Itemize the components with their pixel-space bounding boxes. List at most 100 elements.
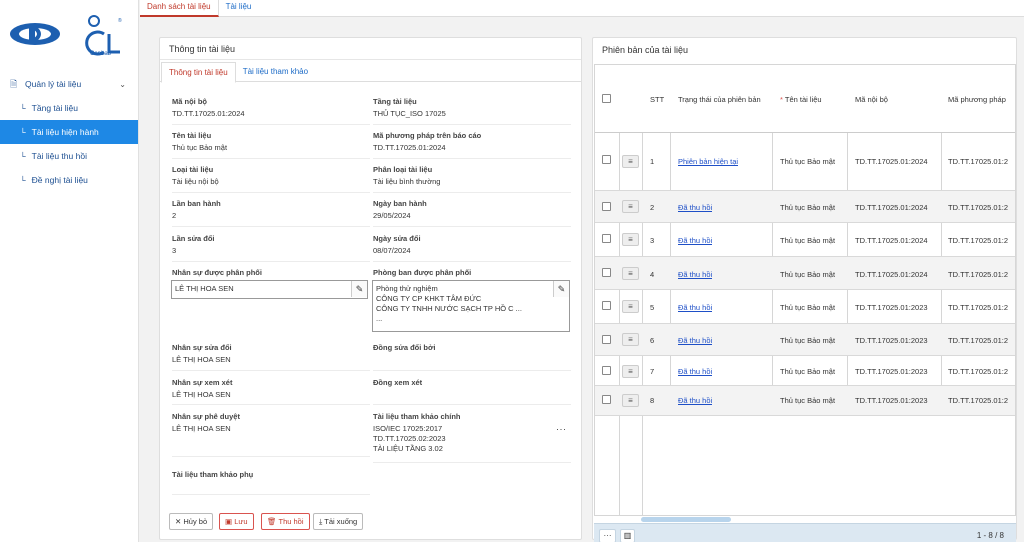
table-row[interactable]: ≡ 5 Đã thu hồi Thủ tục Bảo mật TD.TT.170… <box>595 290 1015 324</box>
table-row[interactable]: ≡ 2 Đã thu hồi Thủ tục Bảo mật TD.TT.170… <box>595 191 1015 223</box>
select-all-checkbox[interactable] <box>602 94 611 103</box>
row-menu-icon[interactable]: ≡ <box>622 394 639 407</box>
tab-references[interactable]: Tài liệu tham khảo <box>236 62 315 81</box>
sidebar-item-revoked-documents[interactable]: └ Tài liệu thu hồi <box>0 144 138 168</box>
row-checkbox[interactable] <box>602 301 611 310</box>
table-row[interactable]: ≡ 8 Đã thu hồi Thủ tục Bảo mật TD.TT.170… <box>595 386 1015 416</box>
field-label: Phòng ban được phân phối <box>373 268 472 277</box>
more-actions-button[interactable]: ··· <box>599 529 616 542</box>
field-value: LÊ THỊ HOA SEN <box>172 390 231 399</box>
field-value: 29/05/2024 <box>373 211 411 220</box>
row-menu-icon[interactable]: ≡ <box>622 200 639 213</box>
field-label: Nhân sự được phân phối <box>172 268 262 277</box>
field-label: Tên tài liệu <box>172 131 212 140</box>
edit-pencil-icon[interactable]: ✎ <box>351 281 367 297</box>
cell-method: TD.TT.17025.01:2 <box>948 367 1009 376</box>
cancel-button[interactable]: ✕ Hủy bỏ <box>169 513 214 530</box>
save-icon: ▣ <box>225 517 233 526</box>
table-row[interactable]: ≡ 4 Đã thu hồi Thủ tục Bảo mật TD.TT.170… <box>595 257 1015 290</box>
more-options-icon[interactable]: ··· <box>556 424 567 434</box>
cell-code: TD.TT.17025.01:2023 <box>855 303 928 312</box>
sidebar-item-current-documents[interactable]: └ Tài liệu hiện hành <box>0 120 138 144</box>
row-checkbox[interactable] <box>602 335 611 344</box>
divider <box>172 192 370 193</box>
field-distributed-departments: Phòng ban được phân phối <box>373 268 471 277</box>
svg-text:®: ® <box>118 17 122 24</box>
field-secondary-reference: Tài liệu tham khảo phụ <box>172 470 253 479</box>
row-checkbox[interactable] <box>602 395 611 404</box>
row-checkbox[interactable] <box>602 155 611 164</box>
column-header-stt[interactable]: STT <box>650 95 664 104</box>
row-menu-icon[interactable]: ≡ <box>622 155 639 168</box>
divider <box>172 370 370 371</box>
sidebar-item-document-requests[interactable]: └ Đề nghị tài liệu <box>0 168 138 192</box>
cell-status-link[interactable]: Đã thu hồi <box>678 396 712 405</box>
cell-status-link[interactable]: Đã thu hồi <box>678 367 712 376</box>
cell-status-link[interactable]: Đã thu hồi <box>678 236 712 245</box>
cell-status-link[interactable]: Đã thu hồi <box>678 203 712 212</box>
distributed-personnel-box[interactable]: LÊ THỊ HOA SEN <box>171 280 368 299</box>
row-checkbox[interactable] <box>602 268 611 277</box>
cell-name: Thủ tục Bảo mật <box>780 236 836 245</box>
versions-grid: STT Trạng thái của phiên bản * Tên tài l… <box>594 64 1016 516</box>
divider <box>373 226 571 227</box>
distributed-departments-box[interactable]: Phòng thử nghiệm CÔNG TY CP KHKT TÂM ĐỨC… <box>372 280 570 332</box>
field-value: LÊ THỊ HOA SEN <box>175 284 234 293</box>
cell-name: Thủ tục Bảo mật <box>780 157 836 166</box>
download-button[interactable]: ⤓ Tải xuống <box>313 513 364 530</box>
sidebar-group-document-management[interactable]: 🗎 Quản lý tài liệu ⌄ <box>0 74 138 94</box>
column-header-name[interactable]: * Tên tài liệu <box>780 95 822 104</box>
table-row[interactable]: ≡ 7 Đã thu hồi Thủ tục Bảo mật TD.TT.170… <box>595 356 1015 386</box>
field-document-name: Tên tài liệu Thủ tục Bảo mật <box>172 131 227 153</box>
field-label: Mã nội bộ <box>172 97 207 106</box>
row-checkbox[interactable] <box>602 366 611 375</box>
field-document-classification: Phân loại tài liệu Tài liệu bình thường <box>373 165 440 187</box>
table-row[interactable]: ≡ 3 Đã thu hồi Thủ tục Bảo mật TD.TT.170… <box>595 223 1015 257</box>
column-header-code[interactable]: Mã nội bộ <box>855 95 888 104</box>
row-menu-icon[interactable]: ≡ <box>622 233 639 246</box>
field-reviewer: Nhân sự xem xét LÊ THỊ HOA SEN <box>172 378 232 400</box>
tab-document[interactable]: Tài liệu <box>219 0 259 17</box>
sidebar-group-label: Quản lý tài liệu <box>25 79 82 89</box>
divider <box>373 124 571 125</box>
cell-status-link[interactable]: Đã thu hồi <box>678 303 712 312</box>
company-logo[interactable] <box>9 21 61 47</box>
sidebar-item-document-tier[interactable]: └ Tầng tài liệu <box>0 96 138 120</box>
field-label: Nhân sự sửa đổi <box>172 343 232 352</box>
edit-pencil-icon[interactable]: ✎ <box>553 281 569 297</box>
row-menu-icon[interactable]: ≡ <box>622 333 639 346</box>
divider <box>373 404 571 405</box>
columns-icon[interactable]: ▥ <box>620 529 635 542</box>
field-label: Tài liệu tham khảo phụ <box>172 470 254 479</box>
column-header-status[interactable]: Trạng thái của phiên bản <box>678 95 761 104</box>
row-menu-icon[interactable]: ≡ <box>622 267 639 280</box>
cell-code: TD.TT.17025.01:2024 <box>855 270 928 279</box>
cell-code: TD.TT.17025.01:2024 <box>855 236 928 245</box>
row-menu-icon[interactable]: ≡ <box>622 300 639 313</box>
row-checkbox[interactable] <box>602 234 611 243</box>
cell-status-link[interactable]: Phiên bản hiện tại <box>678 157 738 166</box>
field-value: TD.TT.17025.01:2024 <box>172 109 245 118</box>
department-line: CÔNG TY TNHH NƯỚC SẠCH TP HỒ C ... <box>376 304 522 313</box>
cell-stt: 5 <box>650 303 655 312</box>
tab-document-info[interactable]: Thông tin tài liệu <box>161 62 236 83</box>
cell-status-link[interactable]: Đã thu hồi <box>678 270 712 279</box>
row-checkbox[interactable] <box>602 202 611 211</box>
field-co-modified-by: Đồng sửa đổi bởi <box>373 343 435 352</box>
field-document-tier: Tầng tài liệu THỦ TỤC_ISO 17025 <box>373 97 446 119</box>
row-menu-icon[interactable]: ≡ <box>622 365 639 378</box>
required-mark: * <box>780 95 783 104</box>
column-header-method[interactable]: Mã phương pháp <box>948 95 1015 104</box>
field-label: Phân loại tài liệu <box>373 165 433 174</box>
tab-document-list[interactable]: Danh sách tài liệu <box>140 0 219 17</box>
panel-title: Thông tin tài liệu <box>160 38 581 60</box>
cell-status-link[interactable]: Đã thu hồi <box>678 336 712 345</box>
divider <box>172 456 370 457</box>
table-row[interactable]: ≡ 1 Phiên bản hiện tại Thủ tục Bảo mật T… <box>595 133 1015 191</box>
cell-stt: 4 <box>650 270 655 279</box>
revoke-button[interactable]: 🗑 Thu hồi <box>261 513 310 530</box>
save-button[interactable]: ▣ Lưu <box>219 513 254 530</box>
divider <box>373 261 571 262</box>
horizontal-scrollbar[interactable] <box>641 517 731 522</box>
table-row[interactable]: ≡ 6 Đã thu hồi Thủ tục Bảo mật TD.TT.170… <box>595 324 1015 356</box>
